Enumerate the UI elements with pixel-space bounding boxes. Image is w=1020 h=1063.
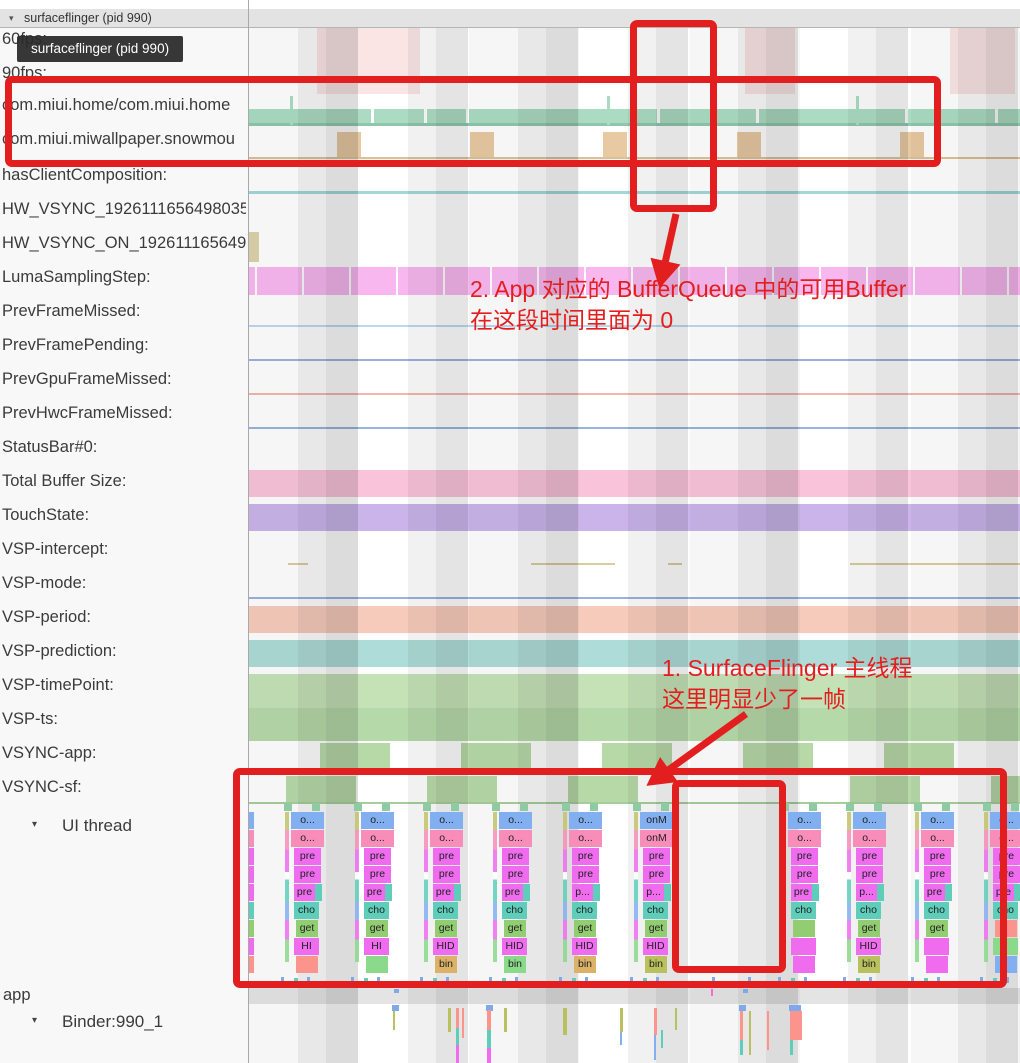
binder-slice[interactable] [462,1008,464,1038]
process-tooltip: surfaceflinger (pid 990) [17,36,183,62]
track-label-22[interactable]: VSYNC-sf: [2,778,246,797]
binder-slice[interactable] [456,1028,459,1045]
track-band-21[interactable] [602,743,672,770]
track-label-21[interactable]: VSYNC-app: [2,744,246,763]
track-band-7[interactable] [396,267,398,295]
process-title: surfaceflinger (pid 990) [24,11,152,25]
track-band-21[interactable] [884,743,954,770]
annotation-box-sf-mainthread [233,768,1007,988]
track-band-7[interactable] [913,267,915,295]
thread-label-binder[interactable]: Binder:990_1 [62,1012,306,1032]
track-band-7[interactable] [302,267,304,295]
track-label-14[interactable]: TouchState: [2,506,246,525]
binder-slice[interactable] [749,1011,751,1055]
binder-slice[interactable] [487,1030,491,1048]
annotation-note-1-line1: 1. SurfaceFlinger 主线程 [662,653,913,684]
annotation-note-2-line2: 在这段时间里面为 0 [470,305,906,336]
track-band-7[interactable] [349,267,351,295]
track-label-15[interactable]: VSP-intercept: [2,540,246,559]
track-band-21[interactable] [320,743,390,770]
collapse-arrow-icon[interactable]: ▾ [32,1015,37,1026]
track-band-2[interactable] [995,109,998,123]
binder-slice[interactable] [487,1010,491,1030]
track-band-9[interactable] [248,359,1020,361]
binder-slice[interactable] [654,1008,657,1035]
binder-slice[interactable] [620,1008,623,1032]
track-label-10[interactable]: PrevGpuFrameMissed: [2,370,246,389]
binder-slice[interactable] [790,1011,802,1040]
track-band-7[interactable] [960,267,962,295]
track-label-5[interactable]: HW_VSYNC_1926111656498035 [2,200,246,219]
track-band-0[interactable] [950,28,1015,94]
binder-slice[interactable] [675,1008,677,1030]
binder-slice[interactable] [654,1035,656,1060]
annotation-note-2: 2. App 对应的 BufferQueue 中的可用Buffer 在这段时间里… [470,274,906,336]
slice-underlay [1014,884,1020,901]
collapse-arrow-icon[interactable]: ▾ [9,13,14,24]
track-band-15[interactable] [288,563,308,565]
binder-slice[interactable] [767,1011,769,1050]
track-label-12[interactable]: StatusBar#0: [2,438,246,457]
process-header-bar[interactable]: ▾ surfaceflinger (pid 990) [0,9,1020,28]
track-band-6[interactable] [248,232,259,262]
binder-slice[interactable] [393,1011,395,1030]
track-band-21[interactable] [743,743,813,770]
track-band-21[interactable] [461,743,531,770]
track-label-4[interactable]: hasClientComposition: [2,166,246,185]
track-band-15[interactable] [531,563,615,565]
binder-slice[interactable] [620,1032,622,1045]
process-app-tick [394,989,399,993]
track-band-17[interactable] [248,606,1020,633]
binder-slice[interactable] [456,1008,459,1028]
track-band-7[interactable] [1007,267,1009,295]
collapse-arrow-icon[interactable]: ▾ [32,819,37,830]
track-band-15[interactable] [668,563,682,565]
top-strip [0,0,1020,9]
process-label-app[interactable]: app [3,986,247,1005]
track-label-19[interactable]: VSP-timePoint: [2,676,246,695]
vsync-cap [1011,803,1019,811]
track-band-10[interactable] [248,393,1020,395]
binder-slice[interactable] [504,1008,507,1032]
track-label-6[interactable]: HW_VSYNC_ON_1926111656498 [2,234,246,253]
track-label-18[interactable]: VSP-prediction: [2,642,246,661]
track-label-16[interactable]: VSP-mode: [2,574,246,593]
annotation-box-app-tracks [5,76,941,167]
track-band-16[interactable] [248,597,1020,599]
track-label-11[interactable]: PrevHwcFrameMissed: [2,404,246,423]
process-app-summary-band[interactable] [248,988,1020,1004]
track-label-9[interactable]: PrevFramePending: [2,336,246,355]
track-label-13[interactable]: Total Buffer Size: [2,472,246,491]
track-band-7[interactable] [255,267,257,295]
process-app-tick [743,989,748,993]
annotation-note-2-line1: 2. App 对应的 BufferQueue 中的可用Buffer [470,274,906,305]
binder-slice[interactable] [563,1008,567,1035]
binder-slice[interactable] [487,1048,491,1063]
annotation-note-1-line2: 这里明显少了一帧 [662,684,913,715]
track-band-11[interactable] [248,427,1020,429]
annotation-note-1: 1. SurfaceFlinger 主线程 这里明显少了一帧 [662,653,913,715]
track-band-15[interactable] [850,563,1020,565]
track-label-8[interactable]: PrevFrameMissed: [2,302,246,321]
annotation-box-missing-frame [672,780,786,973]
binder-slice[interactable] [740,1040,743,1055]
binder-slice[interactable] [448,1008,451,1032]
binder-slice[interactable] [740,1011,743,1040]
binder-slice[interactable] [456,1045,459,1063]
track-band-7[interactable] [443,267,445,295]
binder-slice[interactable] [790,1040,793,1055]
process-app-tick [711,989,713,996]
track-label-7[interactable]: LumaSamplingStep: [2,268,246,287]
binder-slice[interactable] [661,1030,663,1048]
track-band-14[interactable] [248,504,1020,531]
track-band-13[interactable] [248,470,1020,497]
track-label-17[interactable]: VSP-period: [2,608,246,627]
trace-viewer: ▾ surfaceflinger (pid 990) surfaceflinge… [0,0,1020,1063]
track-label-20[interactable]: VSP-ts: [2,710,246,729]
